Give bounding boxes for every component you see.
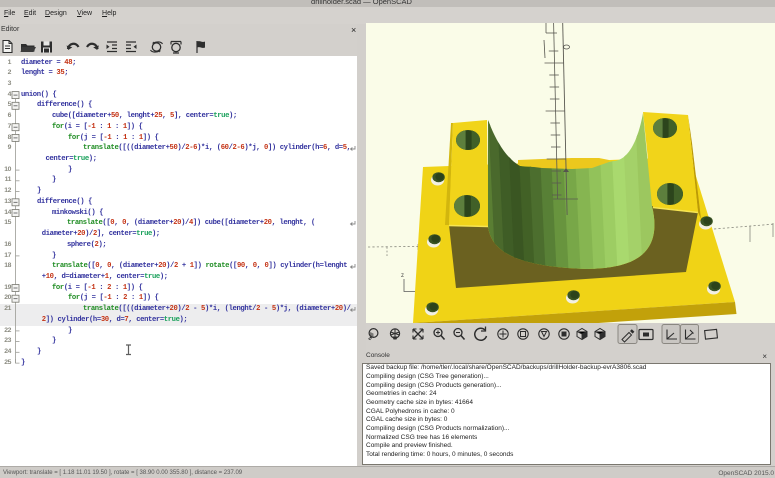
svg-text:z: z [401,273,404,279]
